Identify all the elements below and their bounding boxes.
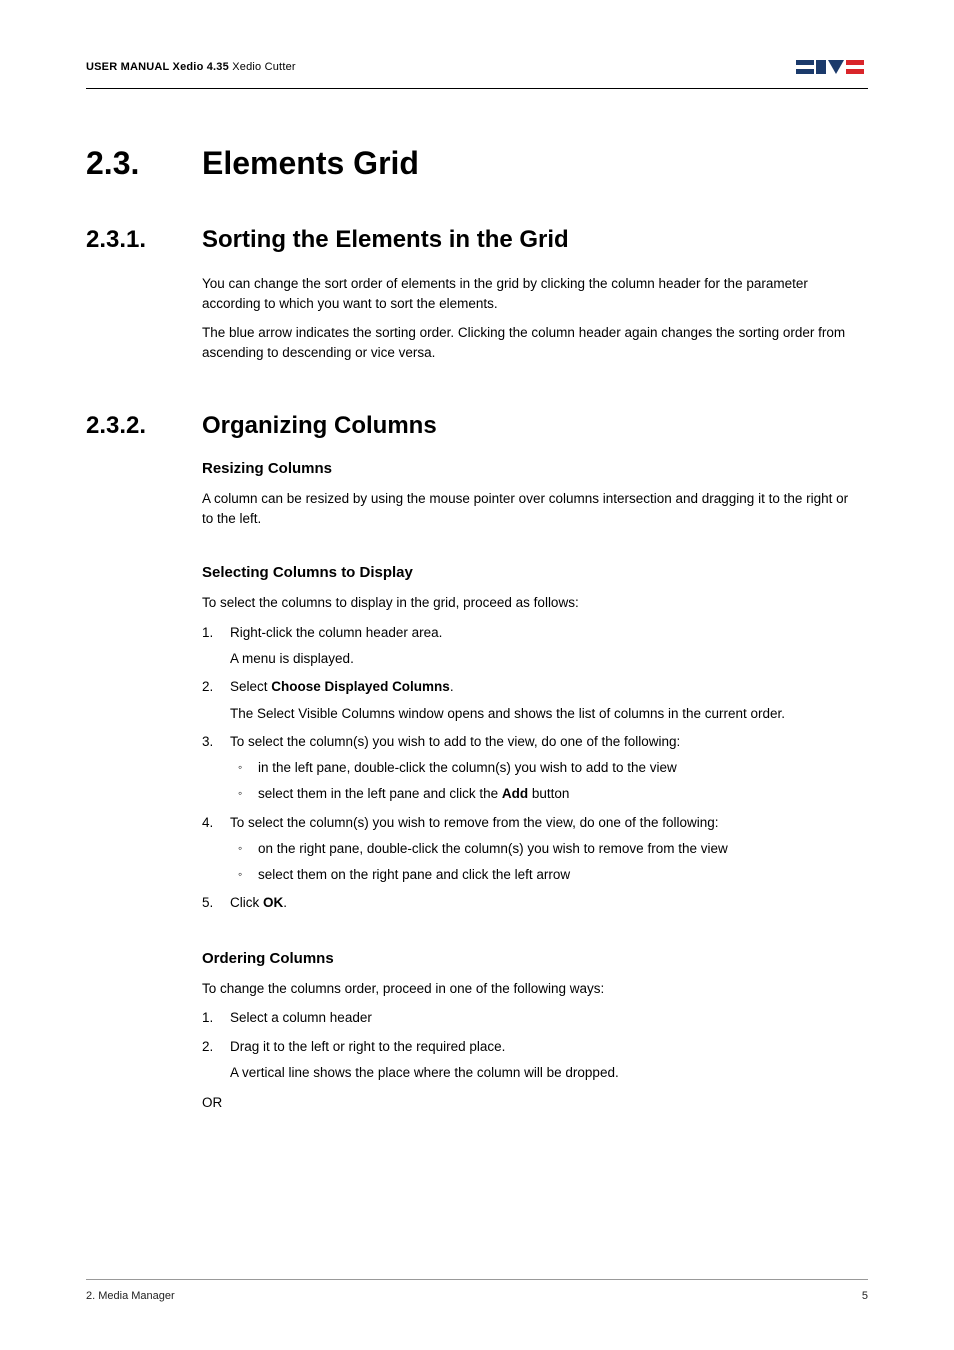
- step-3-text: To select the column(s) you wish to add …: [230, 734, 680, 749]
- section-2-3-1-heading: 2.3.1. Sorting the Elements in the Grid: [86, 226, 868, 254]
- evs-logo-icon: [796, 56, 868, 78]
- selecting-columns-steps: Right-click the column header area. A me…: [202, 623, 868, 914]
- step-3-bullet-2-bold: Add: [502, 786, 528, 801]
- section-2-3-2-title: Organizing Columns: [202, 412, 437, 440]
- header-text: USER MANUAL Xedio 4.35 Xedio Cutter: [86, 61, 296, 73]
- step-2-text-a: Select: [230, 679, 271, 694]
- step-3-bullet-2-c: button: [528, 786, 569, 801]
- step-3-bullet-2: select them in the left pane and click t…: [230, 784, 852, 804]
- ordering-columns-heading: Ordering Columns: [202, 950, 868, 967]
- section-2-3-heading: 2.3. Elements Grid: [86, 145, 868, 182]
- ordering-step-1: Select a column header: [202, 1008, 852, 1028]
- ordering-columns-intro: To change the columns order, proceed in …: [202, 979, 852, 999]
- footer-left: 2. Media Manager: [86, 1290, 175, 1302]
- evs-logo: [796, 56, 868, 78]
- header-bold: USER MANUAL Xedio 4.35: [86, 61, 229, 73]
- step-3: To select the column(s) you wish to add …: [202, 732, 852, 805]
- header-rest: Xedio Cutter: [229, 61, 296, 73]
- step-2-text-bold: Choose Displayed Columns: [271, 679, 450, 694]
- step-2-text-c: .: [450, 679, 454, 694]
- ordering-or: OR: [202, 1093, 852, 1113]
- step-5-text-a: Click: [230, 895, 263, 910]
- sorting-paragraph-2: The blue arrow indicates the sorting ord…: [202, 323, 852, 362]
- selecting-columns-intro: To select the columns to display in the …: [202, 593, 852, 613]
- selecting-columns-heading: Selecting Columns to Display: [202, 564, 868, 581]
- step-1-sub: A menu is displayed.: [230, 649, 852, 669]
- ordering-columns-steps: Select a column header Drag it to the le…: [202, 1008, 868, 1083]
- step-5-text-c: .: [283, 895, 287, 910]
- section-2-3-2-number: 2.3.2.: [86, 412, 170, 440]
- step-4-bullet-2: select them on the right pane and click …: [230, 865, 852, 885]
- section-2-3-1-number: 2.3.1.: [86, 226, 170, 254]
- step-3-bullet-1: in the left pane, double-click the colum…: [230, 758, 852, 778]
- page-footer: 2. Media Manager 5: [86, 1279, 868, 1302]
- ordering-step-2: Drag it to the left or right to the requ…: [202, 1037, 852, 1084]
- step-3-bullets: in the left pane, double-click the colum…: [230, 758, 852, 805]
- ordering-step-2-sub: A vertical line shows the place where th…: [230, 1063, 852, 1083]
- step-4-bullets: on the right pane, double-click the colu…: [230, 839, 852, 886]
- section-2-3-1-title: Sorting the Elements in the Grid: [202, 226, 569, 254]
- footer-page-number: 5: [862, 1290, 868, 1302]
- step-2-sub: The Select Visible Columns window opens …: [230, 704, 852, 724]
- section-2-3-number: 2.3.: [86, 145, 152, 182]
- step-5-text-bold: OK: [263, 895, 283, 910]
- step-5: Click OK.: [202, 893, 852, 913]
- step-4: To select the column(s) you wish to remo…: [202, 813, 852, 886]
- resizing-columns-heading: Resizing Columns: [202, 460, 868, 477]
- page-header: USER MANUAL Xedio 4.35 Xedio Cutter: [86, 56, 868, 84]
- step-4-text: To select the column(s) you wish to remo…: [230, 815, 719, 830]
- step-3-bullet-2-a: select them in the left pane and click t…: [258, 786, 502, 801]
- step-4-bullet-1: on the right pane, double-click the colu…: [230, 839, 852, 859]
- section-2-3-title: Elements Grid: [202, 145, 419, 182]
- step-1-text: Right-click the column header area.: [230, 625, 442, 640]
- sorting-paragraph-1: You can change the sort order of element…: [202, 274, 852, 313]
- ordering-step-2-text: Drag it to the left or right to the requ…: [230, 1039, 505, 1054]
- footer-rule: [86, 1279, 868, 1280]
- step-1: Right-click the column header area. A me…: [202, 623, 852, 670]
- step-2: Select Choose Displayed Columns. The Sel…: [202, 677, 852, 724]
- resizing-columns-paragraph: A column can be resized by using the mou…: [202, 489, 852, 528]
- section-2-3-2-heading: 2.3.2. Organizing Columns: [86, 412, 868, 440]
